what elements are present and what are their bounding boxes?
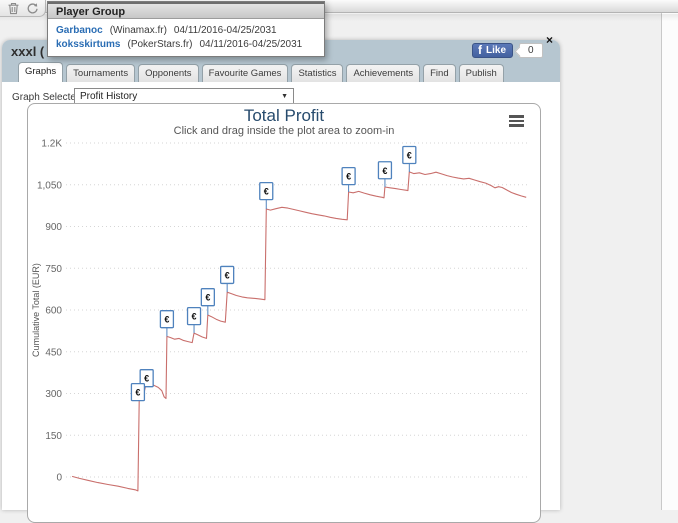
euro-flag-marker[interactable]: € [160, 311, 173, 337]
profit-chart-panel: 0 150 300 450 600 750 900 1,050 1.2K Total Profit… [27, 103, 541, 523]
chart-subtitle: Click and drag inside the plot area to z… [174, 125, 395, 137]
tab-achievements[interactable]: Achievements [346, 64, 420, 82]
svg-text:€: € [225, 270, 230, 280]
widget-title: xxxl ( [11, 44, 44, 59]
player-name-link[interactable]: koksskirtums [56, 39, 120, 50]
y-axis-title: Cumulative Total (EUR) [31, 263, 41, 357]
euro-flag-marker[interactable]: € [221, 266, 234, 292]
y-tick-label: 900 [45, 222, 62, 233]
chevron-down-icon: ▼ [281, 93, 288, 100]
svg-text:€: € [205, 293, 210, 303]
y-tick-label: 0 [56, 473, 62, 484]
facebook-like-widget: f Like 0 [472, 43, 543, 58]
tab-statistics[interactable]: Statistics [291, 64, 343, 82]
svg-text:€: € [144, 374, 149, 384]
player-group-popup: Player Group Garbanoc (Winamax.fr) 04/11/2… [47, 1, 325, 57]
y-tick-label: 450 [45, 347, 62, 358]
y-tick-label: 1,050 [37, 180, 62, 191]
player-entry: koksskirtums (PokerStars.fr) 04/11/2016-04… [56, 38, 316, 51]
euro-flag-marker[interactable]: € [201, 289, 214, 315]
player-entry: Garbanoc (Winamax.fr) 04/11/2016-04/25/203… [56, 24, 316, 37]
trash-icon[interactable] [7, 2, 20, 15]
tab-publish[interactable]: Publish [459, 64, 504, 82]
tab-favourite-games[interactable]: Favourite Games [202, 64, 289, 82]
graph-select-value: Profit History [80, 91, 137, 102]
y-tick-label: 150 [45, 431, 62, 442]
euro-flag-marker[interactable]: € [342, 168, 355, 192]
svg-text:€: € [192, 312, 197, 322]
euro-flag-marker[interactable]: € [260, 183, 273, 209]
svg-text:€: € [382, 166, 387, 176]
widget-toolbar-tab [0, 0, 46, 17]
y-tick-label: 600 [45, 306, 62, 317]
facebook-like-button[interactable]: f Like [472, 43, 513, 58]
chart-title: Total Profit [244, 106, 325, 125]
player-name-link[interactable]: Garbanoc [56, 25, 103, 36]
player-date-range: 04/11/2016-04/25/2031 [200, 39, 303, 50]
svg-text:€: € [264, 187, 269, 197]
y-tick-label: 1.2K [41, 139, 62, 150]
y-tick-label: 300 [45, 389, 62, 400]
y-tick-label: 750 [45, 264, 62, 275]
svg-text:€: € [135, 388, 140, 398]
chart-menu-icon[interactable] [509, 115, 524, 127]
profit-line-series [72, 172, 526, 491]
refresh-icon[interactable] [26, 2, 39, 15]
like-count-bubble: 0 [519, 43, 543, 58]
like-label: Like [486, 45, 506, 56]
svg-text:€: € [164, 315, 169, 325]
player-site: (PokerStars.fr) [127, 39, 192, 50]
sharkscope-widget: xxxl ( f Like 0 × GraphsTournamentsOppon… [2, 40, 560, 510]
player-date-range: 04/11/2016-04/25/2031 [174, 25, 277, 36]
euro-flag-marker[interactable]: € [188, 308, 201, 333]
player-site: (Winamax.fr) [110, 25, 167, 36]
tab-opponents[interactable]: Opponents [138, 64, 198, 82]
euro-flag-marker[interactable]: € [131, 384, 144, 401]
facebook-logo-icon: f [478, 45, 482, 55]
close-icon[interactable]: × [546, 34, 553, 46]
scrollbar-track[interactable] [661, 13, 678, 510]
widget-content: Graph Selected: Profit History ▼ 0150300… [2, 82, 560, 510]
tab-graphs[interactable]: Graphs [18, 62, 63, 82]
svg-text:€: € [407, 150, 412, 160]
popup-body: Garbanoc (Winamax.fr) 04/11/2016-04/25/203… [48, 19, 324, 56]
svg-text:€: € [346, 172, 351, 182]
tab-find[interactable]: Find [423, 64, 455, 82]
euro-flag-marker[interactable]: € [403, 146, 416, 171]
tab-bar: GraphsTournamentsOpponentsFavourite Game… [2, 62, 560, 82]
chart-svg[interactable]: 0 150 300 450 600 750 900 1,050 1.2K Total Profit… [28, 104, 540, 522]
tab-tournaments[interactable]: Tournaments [66, 64, 135, 82]
euro-flag-marker[interactable]: € [378, 162, 391, 187]
popup-title: Player Group [48, 2, 324, 19]
